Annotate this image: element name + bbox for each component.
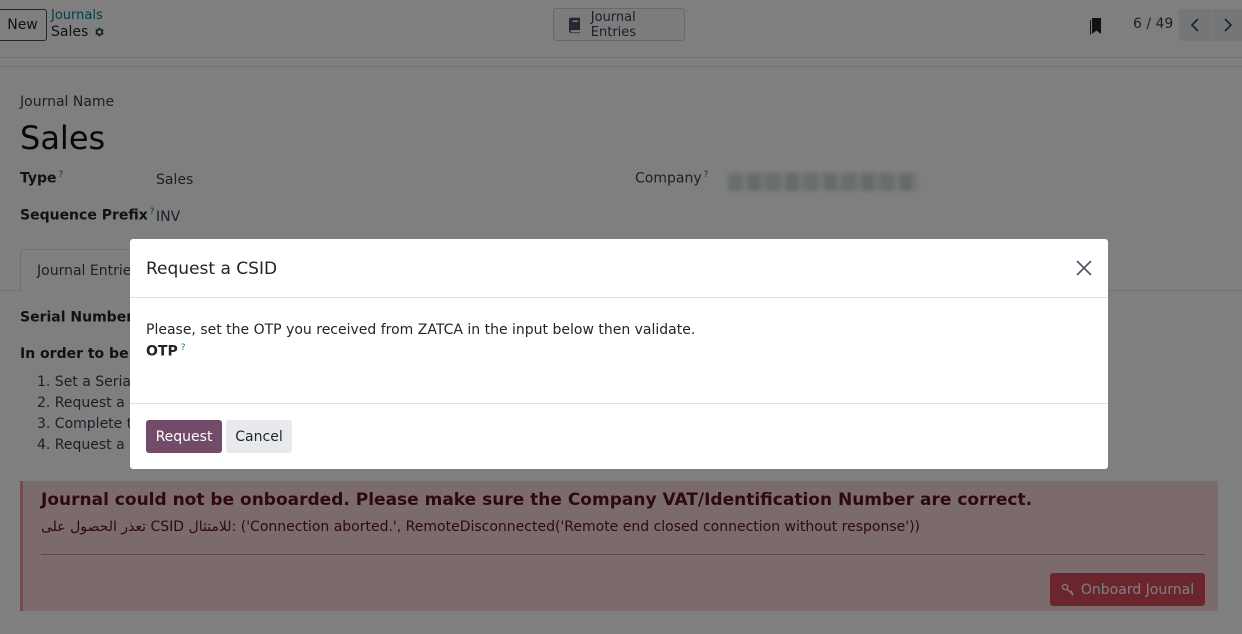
- request-csid-dialog: Request a CSID Please, set the OTP you r…: [130, 239, 1108, 469]
- dialog-title: Request a CSID: [146, 259, 278, 279]
- dialog-body: Please, set the OTP you received from ZA…: [130, 298, 1108, 404]
- close-icon[interactable]: [1075, 259, 1093, 277]
- request-button[interactable]: Request: [146, 420, 222, 453]
- otp-label: OTP?: [146, 343, 186, 360]
- dialog-instruction-text: Please, set the OTP you received from ZA…: [146, 322, 696, 338]
- otp-input[interactable]: [190, 342, 490, 364]
- dialog-header: Request a CSID: [130, 239, 1108, 298]
- dialog-footer: Request Cancel: [130, 405, 1108, 469]
- cancel-button[interactable]: Cancel: [226, 420, 292, 453]
- help-tooltip-icon[interactable]: ?: [181, 343, 186, 353]
